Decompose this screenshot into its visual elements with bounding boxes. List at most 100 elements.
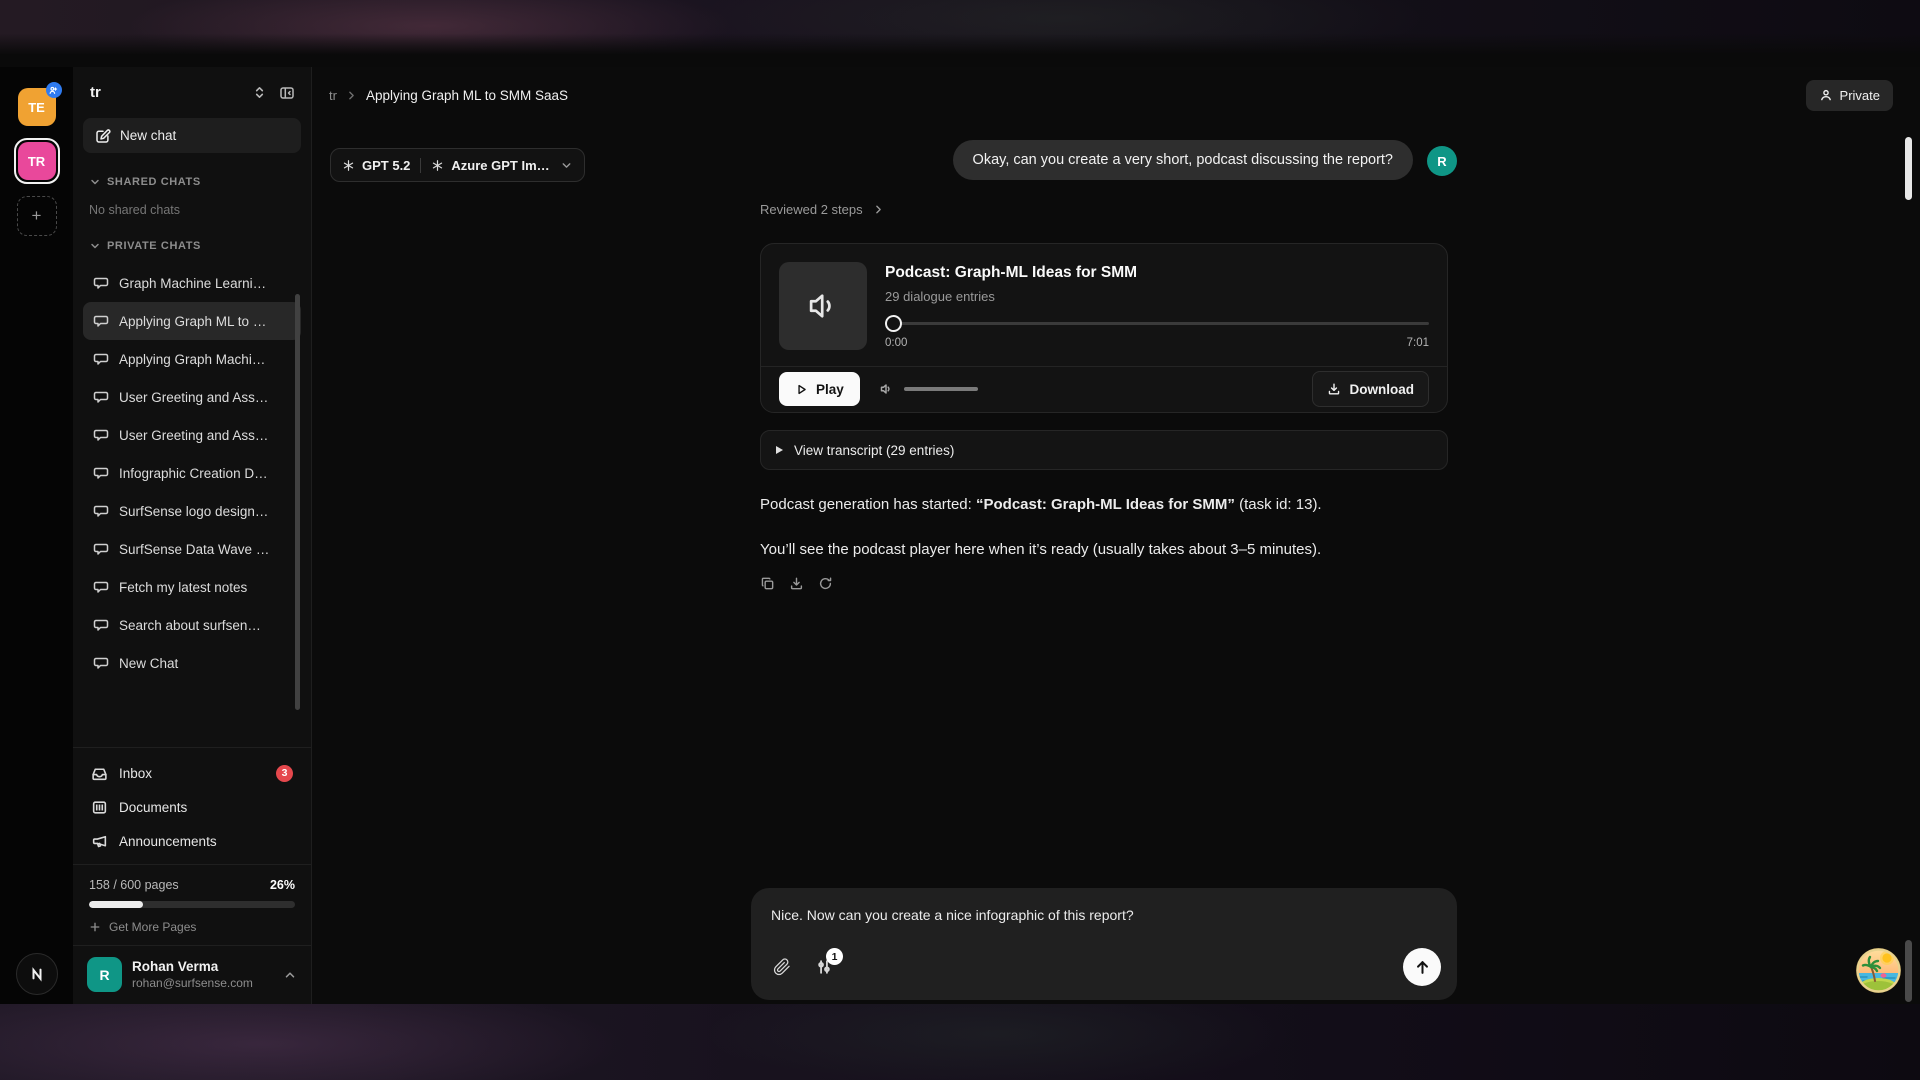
- sidebar-scrollbar-thumb[interactable]: [295, 294, 300, 710]
- composer-input[interactable]: Nice. Now can you create a nice infograp…: [771, 907, 1437, 923]
- status-podcast-title: “Podcast: Graph-ML Ideas for SMM”: [976, 496, 1235, 513]
- new-chat-label: New chat: [120, 128, 176, 143]
- workspace-avatar-te[interactable]: TE: [18, 88, 56, 126]
- reviewed-steps-label: Reviewed 2 steps: [760, 202, 863, 217]
- workspace-initials: TR: [28, 154, 45, 169]
- workspace-avatar-tr[interactable]: TR: [18, 142, 56, 180]
- attachment-icon[interactable]: [773, 958, 791, 976]
- podcast-entries-count: 29 dialogue entries: [885, 289, 995, 304]
- reviewed-steps-toggle[interactable]: Reviewed 2 steps: [760, 202, 1457, 217]
- megaphone-icon: [91, 833, 108, 850]
- selected-workspace-ring: TR: [14, 138, 60, 184]
- page-scrollbar-thumb[interactable]: [1905, 137, 1912, 200]
- inbox-unread-badge: 3: [276, 765, 293, 782]
- seek-knob[interactable]: [885, 315, 902, 332]
- chat-title: SurfSense Data Wave …: [119, 542, 269, 557]
- transcript-toggle[interactable]: View transcript (29 entries): [760, 430, 1448, 470]
- chat-title: User Greeting and Ass…: [119, 428, 268, 443]
- privacy-toggle-button[interactable]: Private: [1806, 80, 1893, 111]
- chat-list-item[interactable]: SurfSense logo design…: [83, 492, 301, 530]
- chevrons-up-down-icon[interactable]: [252, 85, 267, 100]
- sidebar-item-announcements[interactable]: Announcements: [73, 824, 311, 858]
- seek-track: [885, 322, 1429, 325]
- eta-message: You’ll see the podcast player here when …: [760, 540, 1448, 560]
- total-duration: 7:01: [1407, 337, 1429, 349]
- download-icon: [1327, 382, 1341, 396]
- play-label: Play: [816, 382, 844, 397]
- chat-list-item[interactable]: User Greeting and Ass…: [83, 378, 301, 416]
- chevron-up-icon: [283, 968, 297, 982]
- shared-chats-title: SHARED CHATS: [107, 176, 201, 188]
- chat-title: Graph Machine Learni…: [119, 276, 266, 291]
- chat-list-item[interactable]: Infographic Creation D…: [83, 454, 301, 492]
- pencil-square-icon: [95, 128, 111, 144]
- documents-icon: [91, 799, 108, 816]
- model-chip-secondary[interactable]: Azure GPT Im…: [431, 158, 549, 173]
- chat-list-item[interactable]: Applying Graph Machi…: [83, 340, 301, 378]
- chat-list-item[interactable]: New Chat: [83, 644, 301, 682]
- chat-list: Graph Machine Learni… Applying Graph ML …: [83, 264, 301, 682]
- browser-chrome-bottom: [0, 1003, 1920, 1080]
- divider: [420, 158, 421, 173]
- sidebar-header: tr: [73, 67, 311, 109]
- player-controls: Play Download: [779, 366, 1429, 412]
- tropical-sticker-badge[interactable]: [1855, 947, 1902, 994]
- play-icon: [795, 383, 808, 396]
- chat-list-item[interactable]: Search about surfsen…: [83, 606, 301, 644]
- pages-usage-text: 158 / 600 pages: [89, 878, 179, 892]
- play-button[interactable]: Play: [779, 372, 860, 406]
- tools-selector[interactable]: 1: [815, 958, 833, 976]
- chat-thread: Okay, can you create a very short, podca…: [751, 140, 1457, 591]
- chat-title: Applying Graph Machi…: [119, 352, 265, 367]
- volume-slider[interactable]: [904, 387, 978, 391]
- add-workspace-button[interactable]: +: [17, 196, 57, 236]
- user-icon: [1819, 88, 1833, 102]
- page-scrollbar-thumb-bottom[interactable]: [1905, 940, 1912, 1002]
- desktop: TE TR + tr: [0, 0, 1920, 1080]
- podcast-player-card: Podcast: Graph-ML Ideas for SMM 29 dialo…: [760, 243, 1448, 413]
- user-message-row: Okay, can you create a very short, podca…: [751, 140, 1457, 180]
- inbox-icon: [91, 765, 108, 782]
- chevron-down-icon: [560, 159, 573, 172]
- download-button[interactable]: Download: [1312, 371, 1430, 407]
- collapse-sidebar-icon[interactable]: [279, 85, 295, 101]
- usage-progress-bar: [89, 901, 295, 908]
- copy-icon[interactable]: [760, 576, 775, 591]
- chat-title: SurfSense logo design…: [119, 504, 268, 519]
- chat-list-item[interactable]: Fetch my latest notes: [83, 568, 301, 606]
- volume-control: [878, 381, 978, 397]
- sidebar-bottom: Inbox 3 Documents Announcements 1: [73, 747, 311, 1004]
- seek-slider[interactable]: [885, 314, 1429, 332]
- sidebar-item-inbox[interactable]: Inbox 3: [73, 756, 311, 790]
- browser-chrome-top: [0, 0, 1920, 67]
- chevron-right-icon: [872, 203, 885, 216]
- openai-logo-icon: [342, 159, 355, 172]
- shared-chats-header[interactable]: SHARED CHATS: [89, 176, 295, 188]
- breadcrumb-root[interactable]: tr: [329, 88, 337, 103]
- message-composer[interactable]: Nice. Now can you create a nice infograp…: [751, 888, 1457, 1000]
- chat-list-item[interactable]: User Greeting and Ass…: [83, 416, 301, 454]
- regenerate-icon[interactable]: [818, 576, 833, 591]
- status-message: Podcast generation has started: “Podcast…: [760, 495, 1448, 515]
- chat-list-item[interactable]: Graph Machine Learni…: [83, 264, 301, 302]
- chat-list-item-active[interactable]: Applying Graph ML to …: [83, 302, 301, 340]
- tools-count-badge: 1: [826, 948, 843, 965]
- sidebar-item-documents[interactable]: Documents: [73, 790, 311, 824]
- main-area: tr Applying Graph ML to SMM SaaS Private…: [312, 67, 1920, 1004]
- arrow-up-icon: [1414, 959, 1431, 976]
- get-more-pages-button[interactable]: Get More Pages: [89, 920, 295, 934]
- chat-title: Fetch my latest notes: [119, 580, 247, 595]
- chat-title: Infographic Creation D…: [119, 466, 268, 481]
- chat-list-item[interactable]: SurfSense Data Wave …: [83, 530, 301, 568]
- user-avatar: R: [87, 957, 122, 992]
- model-selector[interactable]: GPT 5.2 Azure GPT Im…: [330, 148, 585, 182]
- privacy-label: Private: [1840, 88, 1880, 103]
- disclosure-triangle-icon: [776, 446, 783, 454]
- download-icon[interactable]: [789, 576, 804, 591]
- send-button[interactable]: [1403, 948, 1441, 986]
- user-email: rohan@surfsense.com: [132, 976, 253, 990]
- model-chip-primary[interactable]: GPT 5.2: [342, 158, 410, 173]
- account-menu[interactable]: R Rohan Verma rohan@surfsense.com: [73, 946, 311, 1004]
- private-chats-header[interactable]: PRIVATE CHATS: [89, 240, 295, 252]
- new-chat-button[interactable]: New chat: [83, 118, 301, 153]
